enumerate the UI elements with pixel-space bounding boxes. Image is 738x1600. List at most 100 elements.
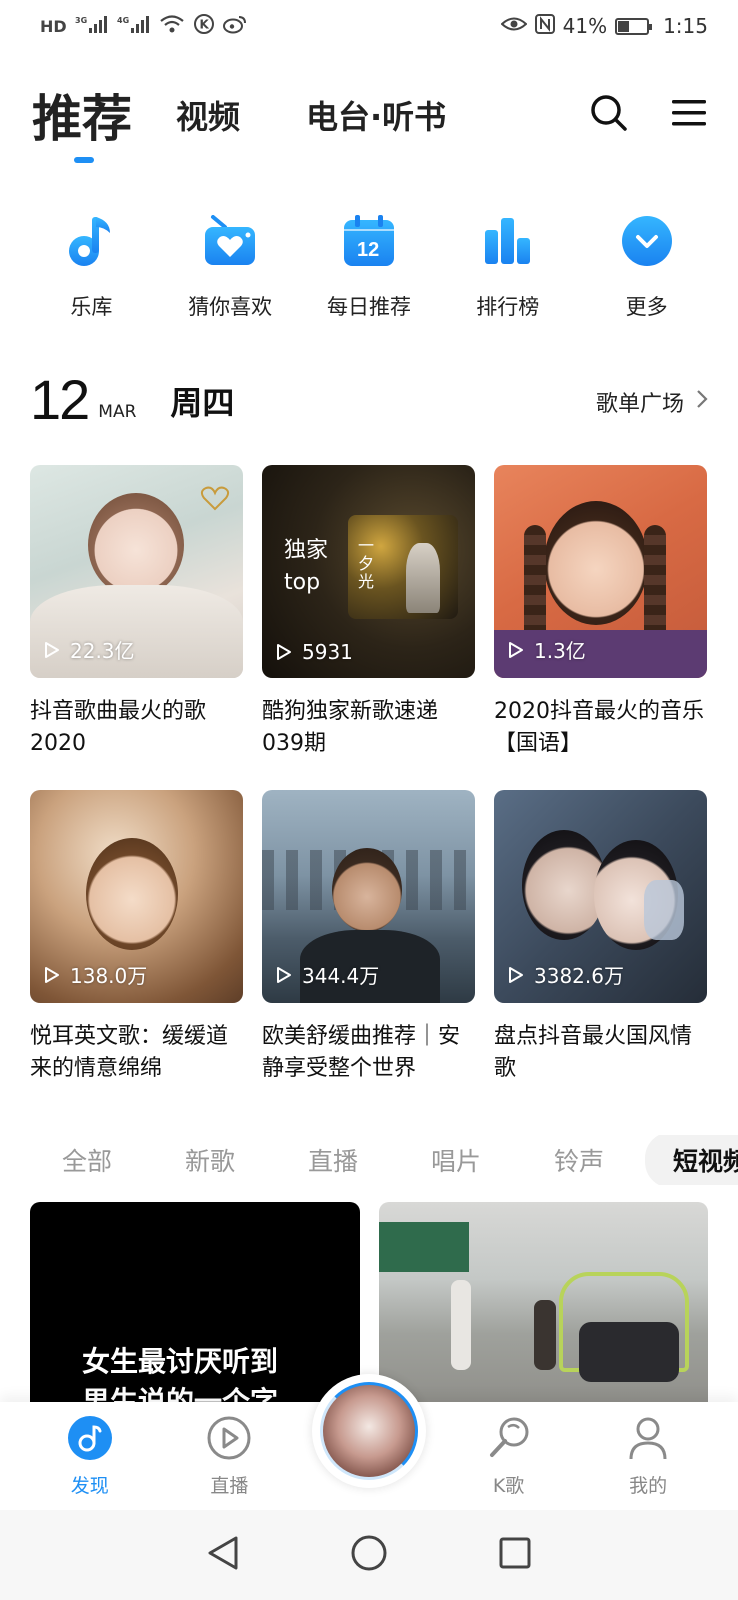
svg-text:12: 12 [357, 239, 379, 261]
tab-radio-audiobook[interactable]: 电台·听书 [306, 92, 446, 138]
recents-icon[interactable] [498, 1536, 532, 1574]
playlist-card[interactable]: 3382.6万 盘点抖音最火国风情歌 [494, 790, 707, 1085]
playlist-cover: 22.3亿 [30, 465, 243, 678]
album-art-thumb [320, 1382, 418, 1480]
play-count: 344.4万 [276, 960, 379, 989]
nav-label: 发现 [70, 1474, 109, 1497]
play-icon [509, 966, 523, 983]
category-tab[interactable]: 铃声 [522, 1142, 645, 1178]
category-tab[interactable]: 唱片 [399, 1142, 522, 1178]
nav-karaoke[interactable]: K歌 [454, 1415, 564, 1498]
nfc-icon [534, 13, 555, 39]
quick-music-library[interactable]: 乐库 [31, 215, 151, 321]
exclusive-badge-line1: 独家 [284, 538, 329, 563]
discover-icon [67, 1415, 113, 1465]
playlist-card[interactable]: 138.0万 悦耳英文歌：缓缓道来的情意绵绵 [30, 790, 243, 1085]
playlist-title: 酷狗独家新歌速递039期 [262, 699, 439, 756]
quick-guess-you-like[interactable]: 猜你喜欢 [170, 215, 290, 321]
system-nav-bar [0, 1510, 738, 1600]
date-month: MAR [98, 402, 137, 422]
tab-recommend[interactable]: 推荐 [32, 79, 132, 163]
quick-entry-row: 乐库 猜你喜欢 12 每日推荐 排行榜 更多 [0, 215, 738, 321]
play-count-value: 138.0万 [70, 964, 148, 988]
calendar-icon: 12 [342, 214, 396, 272]
playlist-card[interactable]: 22.3亿 抖音歌曲最火的歌2020 [30, 465, 243, 760]
playlist-cover: 344.4万 [262, 790, 475, 1003]
play-count: 22.3亿 [44, 635, 135, 664]
play-icon [277, 966, 291, 983]
wifi-icon [159, 14, 185, 39]
category-tab[interactable]: 新歌 [153, 1142, 276, 1178]
nav-mine[interactable]: 我的 [593, 1415, 703, 1498]
video-caption-line1: 女生最讨厌听到 [82, 1345, 279, 1378]
category-tab-active[interactable]: 短视频 [645, 1135, 738, 1185]
playlist-cover: 1.3亿 [494, 465, 707, 678]
album-art-text: 一夕光 [358, 536, 375, 591]
play-count: 138.0万 [44, 960, 147, 989]
play-count-value: 22.3亿 [70, 639, 135, 663]
play-icon [509, 641, 523, 658]
playlist-grid: 22.3亿 抖音歌曲最火的歌2020 独家 top 一夕光 5931 酷狗独家新… [30, 465, 708, 1085]
top-tab-bar: 推荐 视频 电台·听书 [32, 79, 706, 163]
tab-active-indicator [74, 157, 94, 163]
playlist-card[interactable]: 344.4万 欧美舒缓曲推荐｜安静享受整个世界 [262, 790, 475, 1085]
quick-label: 更多 [625, 295, 668, 319]
now-playing-disc[interactable] [312, 1374, 426, 1488]
quick-more[interactable]: 更多 [587, 215, 707, 321]
nav-live[interactable]: 直播 [174, 1415, 284, 1498]
music-note-icon [66, 213, 116, 273]
nav-discover[interactable]: 发现 [35, 1415, 145, 1498]
svg-text:3G: 3G [75, 16, 87, 25]
play-count: 3382.6万 [508, 960, 624, 989]
tab-recommend-label: 推荐 [32, 90, 132, 148]
eye-comfort-icon [500, 14, 528, 38]
back-icon[interactable] [206, 1535, 240, 1575]
quick-daily-recommend[interactable]: 12 每日推荐 [309, 215, 429, 321]
menu-icon[interactable] [672, 98, 706, 132]
nav-label: 我的 [629, 1474, 668, 1497]
short-video-feed: 女生最讨厌听到 男生说的一个字 [30, 1202, 708, 1422]
playlist-cover: 138.0万 [30, 790, 243, 1003]
radio-heart-icon [203, 215, 257, 271]
exclusive-badge-line2: top [284, 570, 321, 595]
date-day: 12 [30, 368, 90, 431]
battery-percent: 41% [562, 14, 608, 38]
exclusive-badge: 独家 top [284, 535, 328, 599]
chevron-right-icon [696, 389, 708, 415]
svg-text:K: K [199, 17, 209, 31]
nav-label: 直播 [210, 1474, 249, 1497]
playlist-title: 悦耳英文歌：缓缓道来的情意绵绵 [30, 1024, 229, 1081]
tab-video[interactable]: 视频 [176, 92, 240, 138]
playlist-plaza-link[interactable]: 歌单广场 [596, 386, 708, 418]
play-icon [45, 966, 59, 983]
clock: 1:15 [663, 14, 708, 38]
playlist-title: 欧美舒缓曲推荐｜安静享受整个世界 [262, 1024, 461, 1081]
play-count: 1.3亿 [508, 635, 586, 664]
kugou-notify-icon: K [193, 13, 215, 40]
quick-charts[interactable]: 排行榜 [448, 215, 568, 321]
hd-icon: HD [40, 16, 67, 36]
microphone-icon [486, 1415, 532, 1465]
battery-icon [615, 17, 653, 35]
playlist-card[interactable]: 独家 top 一夕光 5931 酷狗独家新歌速递039期 [262, 465, 475, 760]
play-icon [45, 641, 59, 658]
battery-level [618, 20, 630, 32]
category-tab[interactable]: 直播 [276, 1142, 399, 1178]
weibo-icon [222, 14, 247, 39]
playlist-cover: 3382.6万 [494, 790, 707, 1003]
playlist-plaza-label: 歌单广场 [595, 392, 684, 417]
bottom-nav: 发现 直播 K歌 我的 [0, 1374, 738, 1510]
playlist-card[interactable]: 1.3亿 2020抖音最火的音乐【国语】 [494, 465, 707, 760]
quick-label: 猜你喜欢 [188, 295, 273, 319]
category-tabs: 全部 新歌 直播 唱片 铃声 短视频 [30, 1135, 738, 1185]
bars-icon [483, 216, 533, 270]
play-icon [277, 644, 291, 660]
video-tile[interactable]: 女生最讨厌听到 男生说的一个字 [30, 1202, 360, 1422]
user-icon [625, 1415, 671, 1465]
search-icon[interactable] [590, 94, 628, 136]
home-icon[interactable] [350, 1534, 388, 1576]
play-count-value: 344.4万 [302, 964, 380, 988]
category-tab[interactable]: 全部 [30, 1142, 153, 1178]
video-tile[interactable] [378, 1202, 708, 1422]
play-count: 5931 [276, 640, 353, 664]
